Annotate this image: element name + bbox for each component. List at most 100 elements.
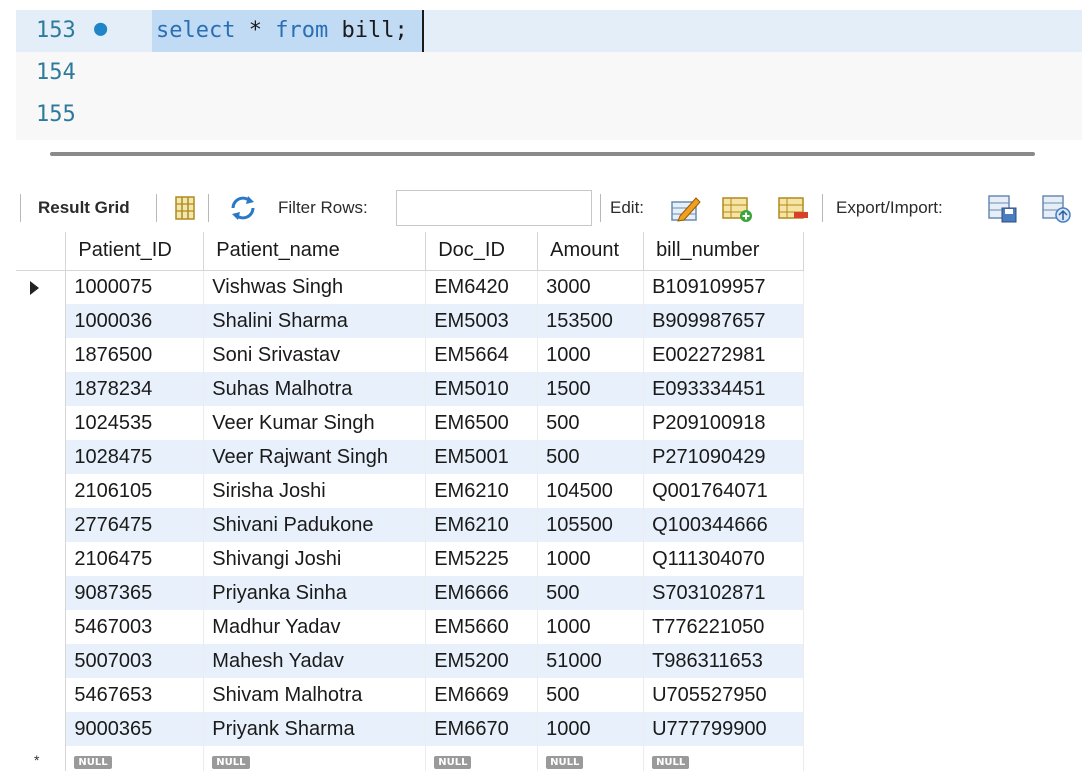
cell-bill-number[interactable]: Q001764071 bbox=[643, 474, 804, 508]
cell-doc-id[interactable]: EM5664 bbox=[425, 338, 539, 372]
cell-doc-id[interactable]: EM6670 bbox=[425, 712, 539, 746]
cell-patient-name[interactable]: Vishwas Singh bbox=[203, 270, 427, 304]
cell-patient-id[interactable]: 1028475 bbox=[65, 440, 205, 474]
editor-line-155[interactable]: 155 bbox=[16, 94, 1082, 136]
cell-amount[interactable]: 500 bbox=[537, 440, 645, 474]
row-selector[interactable]: * bbox=[16, 746, 67, 771]
row-selector[interactable] bbox=[16, 474, 67, 508]
cell-bill-number[interactable]: P271090429 bbox=[643, 440, 804, 474]
cell-doc-id[interactable]: EM6666 bbox=[425, 576, 539, 610]
cell-amount[interactable]: NULL bbox=[537, 746, 645, 771]
row-selector[interactable] bbox=[16, 372, 67, 406]
cell-patient-name[interactable]: NULL bbox=[203, 746, 427, 771]
table-row[interactable]: 1024535 Veer Kumar Singh EM6500 500 P2091009… bbox=[16, 406, 804, 440]
cell-patient-name[interactable]: Shivani Padukone bbox=[203, 508, 427, 542]
result-grid-tab[interactable]: Result Grid bbox=[38, 198, 130, 218]
cell-doc-id[interactable]: EM6210 bbox=[425, 474, 539, 508]
delete-row-icon[interactable] bbox=[776, 192, 810, 224]
table-row[interactable]: 1028475 Veer Rajwant Singh EM5001 500 P27109… bbox=[16, 440, 804, 474]
table-row[interactable]: 2776475 Shivani Padukone EM6210 105500 Q1003… bbox=[16, 508, 804, 542]
cell-patient-id[interactable]: 1876500 bbox=[65, 338, 205, 372]
editor-line-153[interactable]: 153 ● select * from bill; bbox=[16, 10, 1082, 52]
table-row[interactable]: 9087365 Priyanka Sinha EM6666 500 S703102871 bbox=[16, 576, 804, 610]
column-header-patient-name[interactable]: Patient_name bbox=[203, 232, 427, 271]
sql-editor[interactable]: 153 ● select * from bill; 154 155 bbox=[16, 10, 1082, 140]
cell-patient-name[interactable]: Veer Kumar Singh bbox=[203, 406, 427, 440]
table-row[interactable]: 1876500 Soni Srivastav EM5664 1000 E00227298… bbox=[16, 338, 804, 372]
cell-patient-id[interactable]: 9087365 bbox=[65, 576, 205, 610]
row-selector[interactable] bbox=[16, 644, 67, 678]
cell-amount[interactable]: 153500 bbox=[537, 304, 645, 338]
panel-splitter[interactable] bbox=[50, 152, 1035, 156]
cell-amount[interactable]: 104500 bbox=[537, 474, 645, 508]
cell-bill-number[interactable]: U777799900 bbox=[643, 712, 804, 746]
cell-patient-id[interactable]: 1878234 bbox=[65, 372, 205, 406]
cell-bill-number[interactable]: Q100344666 bbox=[643, 508, 804, 542]
result-grid[interactable]: Patient_ID Patient_name Doc_ID Amount bi… bbox=[16, 232, 804, 771]
cell-patient-name[interactable]: Shivam Malhotra bbox=[203, 678, 427, 712]
cell-bill-number[interactable]: NULL bbox=[643, 746, 804, 771]
cell-doc-id[interactable]: EM6210 bbox=[425, 508, 539, 542]
cell-amount[interactable]: 105500 bbox=[537, 508, 645, 542]
cell-patient-name[interactable]: Priyanka Sinha bbox=[203, 576, 427, 610]
cell-bill-number[interactable]: T776221050 bbox=[643, 610, 804, 644]
cell-bill-number[interactable]: B109109957 bbox=[643, 270, 804, 304]
cell-bill-number[interactable]: E093334451 bbox=[643, 372, 804, 406]
cell-patient-id[interactable]: 5467003 bbox=[65, 610, 205, 644]
new-row[interactable]: * NULL NULL NULL NULL NULL bbox=[16, 746, 804, 771]
cell-amount[interactable]: 1000 bbox=[537, 610, 645, 644]
cell-bill-number[interactable]: B909987657 bbox=[643, 304, 804, 338]
table-row[interactable]: 5007003 Mahesh Yadav EM5200 51000 T986311653 bbox=[16, 644, 804, 678]
cell-bill-number[interactable]: Q111304070 bbox=[643, 542, 804, 576]
cell-patient-name[interactable]: Shivangi Joshi bbox=[203, 542, 427, 576]
column-header-patient-id[interactable]: Patient_ID bbox=[65, 232, 205, 271]
cell-patient-name[interactable]: Suhas Malhotra bbox=[203, 372, 427, 406]
cell-amount[interactable]: 3000 bbox=[537, 270, 645, 304]
row-selector[interactable] bbox=[16, 610, 67, 644]
cell-bill-number[interactable]: P209100918 bbox=[643, 406, 804, 440]
row-selector[interactable] bbox=[16, 542, 67, 576]
cell-doc-id[interactable]: EM5001 bbox=[425, 440, 539, 474]
cell-patient-name[interactable]: Shalini Sharma bbox=[203, 304, 427, 338]
cell-amount[interactable]: 500 bbox=[537, 406, 645, 440]
grid-layout-icon[interactable] bbox=[168, 192, 202, 224]
cell-bill-number[interactable]: T986311653 bbox=[643, 644, 804, 678]
table-row[interactable]: 1878234 Suhas Malhotra EM5010 1500 E09333445… bbox=[16, 372, 804, 406]
cell-patient-id[interactable]: 9000365 bbox=[65, 712, 205, 746]
cell-doc-id[interactable]: EM5660 bbox=[425, 610, 539, 644]
table-row[interactable]: 9000365 Priyank Sharma EM6670 1000 U77779990… bbox=[16, 712, 804, 746]
cell-amount[interactable]: 1000 bbox=[537, 542, 645, 576]
cell-patient-id[interactable]: 1024535 bbox=[65, 406, 205, 440]
row-selector[interactable] bbox=[16, 304, 67, 338]
cell-bill-number[interactable]: S703102871 bbox=[643, 576, 804, 610]
cell-patient-id[interactable]: 1000036 bbox=[65, 304, 205, 338]
refresh-icon[interactable] bbox=[226, 192, 260, 224]
cell-amount[interactable]: 500 bbox=[537, 576, 645, 610]
cell-patient-id[interactable]: 5467653 bbox=[65, 678, 205, 712]
table-row[interactable]: 5467003 Madhur Yadav EM5660 1000 T776221050 bbox=[16, 610, 804, 644]
cell-patient-name[interactable]: Soni Srivastav bbox=[203, 338, 427, 372]
row-selector[interactable] bbox=[16, 576, 67, 610]
add-row-icon[interactable] bbox=[720, 192, 754, 224]
cell-doc-id[interactable]: NULL bbox=[425, 746, 539, 771]
row-selector[interactable] bbox=[16, 712, 67, 746]
cell-patient-id[interactable]: 2106105 bbox=[65, 474, 205, 508]
filter-rows-input[interactable] bbox=[396, 190, 592, 226]
cell-patient-name[interactable]: Sirisha Joshi bbox=[203, 474, 427, 508]
editor-line-154[interactable]: 154 bbox=[16, 52, 1082, 94]
row-selector[interactable] bbox=[16, 440, 67, 474]
cell-doc-id[interactable]: EM6669 bbox=[425, 678, 539, 712]
cell-doc-id[interactable]: EM6500 bbox=[425, 406, 539, 440]
cell-amount[interactable]: 1000 bbox=[537, 338, 645, 372]
cell-doc-id[interactable]: EM6420 bbox=[425, 270, 539, 304]
cell-patient-name[interactable]: Mahesh Yadav bbox=[203, 644, 427, 678]
table-row[interactable]: 2106475 Shivangi Joshi EM5225 1000 Q11130407… bbox=[16, 542, 804, 576]
table-row[interactable]: 5467653 Shivam Malhotra EM6669 500 U70552795… bbox=[16, 678, 804, 712]
cell-patient-id[interactable]: 2776475 bbox=[65, 508, 205, 542]
cell-patient-name[interactable]: Priyank Sharma bbox=[203, 712, 427, 746]
cell-patient-name[interactable]: Veer Rajwant Singh bbox=[203, 440, 427, 474]
cell-patient-id[interactable]: NULL bbox=[65, 746, 205, 771]
sql-statement[interactable]: select * from bill; bbox=[156, 18, 408, 43]
column-header-amount[interactable]: Amount bbox=[537, 232, 645, 271]
cell-bill-number[interactable]: E002272981 bbox=[643, 338, 804, 372]
